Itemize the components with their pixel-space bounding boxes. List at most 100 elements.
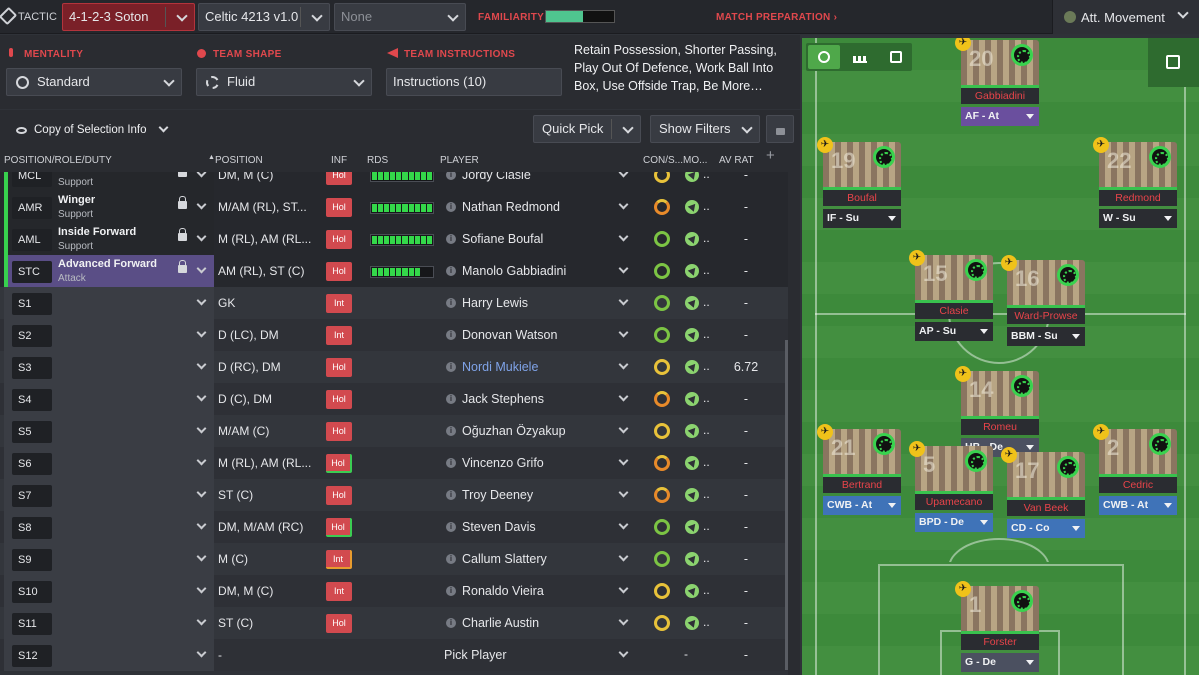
col-con[interactable]: CON/S... [643, 155, 683, 166]
slot-label[interactable]: S8 [12, 517, 52, 539]
slot-label[interactable]: S4 [12, 389, 52, 411]
table-row[interactable]: AML Inside Forward Support M (RL), AM (RL..… [0, 223, 788, 255]
chevron-down-icon[interactable] [618, 263, 629, 274]
slot-label[interactable]: S1 [12, 293, 52, 315]
movement-select[interactable]: Att. Movement [1052, 0, 1199, 34]
slot-label[interactable]: S5 [12, 421, 52, 443]
table-row[interactable]: S5 M/AM (C) Hol i Oğuzhan Özyakup.. - [0, 415, 788, 447]
player-card[interactable]: 21 ✈ Bertrand CWB - At [817, 424, 901, 515]
player-name[interactable]: Sofiane Boufal [462, 232, 543, 246]
player-name[interactable]: Manolo Gabbiadini [462, 264, 566, 278]
player-name[interactable]: Jack Stephens [462, 392, 544, 406]
col-player[interactable]: PLAYER [440, 155, 479, 166]
player-name[interactable]: Jordy Clasie [462, 172, 531, 182]
quick-pick-button[interactable]: Quick Pick [533, 115, 641, 143]
player-name[interactable]: Oğuzhan Özyakup [462, 424, 566, 438]
chevron-down-icon[interactable] [618, 172, 629, 178]
lock-icon[interactable] [178, 196, 187, 209]
table-row[interactable]: S11 ST (C) Hol i Charlie Austin.. - [0, 607, 788, 639]
slot-label[interactable]: S3 [12, 357, 52, 379]
chevron-down-icon[interactable] [618, 647, 629, 658]
role-duty-select[interactable]: CD - Co [1007, 519, 1085, 538]
role-duty-select[interactable]: CWB - At [823, 496, 901, 515]
player-card[interactable]: 22 ✈ Redmond W - Su [1093, 137, 1177, 228]
player-card[interactable]: 2 ✈ Cedric CWB - At [1093, 424, 1177, 515]
player-card[interactable]: 1 ✈ Forster G - De [955, 581, 1039, 672]
role-duty-select[interactable]: AP - Su [915, 322, 993, 341]
table-row[interactable]: S4 D (C), DM Hol i Jack Stephens.. - [0, 383, 788, 415]
player-card[interactable]: 20 ✈ Gabbiadini AF - At [955, 38, 1039, 126]
info-icon[interactable]: i [446, 330, 456, 340]
table-row[interactable]: S3 D (RC), DM Hol i Nordi Mukiele.. 6.72 [0, 351, 788, 383]
slot-label[interactable]: S6 [12, 453, 52, 475]
slot-label[interactable]: S2 [12, 325, 52, 347]
info-icon[interactable]: i [446, 522, 456, 532]
player-card[interactable]: 15 ✈ Clasie AP - Su [909, 250, 993, 341]
role-duty-select[interactable]: IF - Su [823, 209, 901, 228]
role-duty-select[interactable]: CWB - At [1099, 496, 1177, 515]
role-duty-select[interactable]: W - Su [1099, 209, 1177, 228]
player-name[interactable]: Steven Davis [462, 520, 536, 534]
info-icon[interactable]: i [446, 298, 456, 308]
player-card[interactable]: 17 ✈ Van Beek CD - Co [1001, 447, 1085, 538]
info-icon[interactable]: i [446, 618, 456, 628]
team-shape-select[interactable]: Fluid [196, 68, 372, 96]
lock-icon[interactable] [178, 228, 187, 241]
chevron-down-icon[interactable] [618, 615, 629, 626]
chevron-down-icon[interactable] [618, 455, 629, 466]
info-icon[interactable]: i [446, 554, 456, 564]
table-row[interactable]: S12 - Pick Player - - [0, 639, 788, 671]
chevron-down-icon[interactable] [618, 391, 629, 402]
slot-label[interactable]: S11 [12, 613, 52, 635]
chevron-down-icon[interactable] [618, 519, 629, 530]
role-duty-select[interactable]: AF - At [961, 107, 1039, 126]
chevron-down-icon[interactable] [618, 487, 629, 498]
col-mo[interactable]: MO... [683, 155, 707, 166]
mentality-select[interactable]: Standard [6, 68, 182, 96]
table-row[interactable]: S2 D (LC), DM Int i Donovan Watson.. - [0, 319, 788, 351]
info-icon[interactable]: i [446, 394, 456, 404]
col-position-role-duty[interactable]: POSITION/ROLE/DUTY [4, 155, 112, 166]
player-name[interactable]: Nathan Redmond [462, 200, 560, 214]
info-icon[interactable]: i [446, 202, 456, 212]
show-filters-button[interactable]: Show Filters [650, 115, 760, 143]
table-row[interactable]: S1 GK Int i Harry Lewis.. - [0, 287, 788, 319]
player-name[interactable]: Ronaldo Vieira [462, 584, 544, 598]
info-icon[interactable]: i [446, 234, 456, 244]
table-row[interactable]: S8 DM, M/AM (RC) Hol i Steven Davis.. - [0, 511, 788, 543]
slot-label[interactable]: STC [12, 261, 52, 283]
role-duty-select[interactable]: BBM - Su [1007, 327, 1085, 346]
chevron-down-icon[interactable] [618, 423, 629, 434]
info-icon[interactable]: i [446, 266, 456, 276]
chevron-down-icon[interactable] [618, 295, 629, 306]
info-icon[interactable]: i [446, 490, 456, 500]
col-position[interactable]: POSITION [215, 155, 263, 166]
slot-label[interactable]: AMR [12, 197, 52, 219]
table-row[interactable]: S9 M (C) Int i Callum Slattery.. - [0, 543, 788, 575]
player-card[interactable]: 16 ✈ Ward-Prowse BBM - Su [1001, 255, 1085, 346]
table-row[interactable]: S6 M (RL), AM (RL... Hol i Vincenzo Grifo.. - [0, 447, 788, 479]
player-card[interactable]: 5 ✈ Upamecano BPD - De [909, 441, 993, 532]
role-duty-select[interactable]: BPD - De [915, 513, 993, 532]
chevron-down-icon[interactable] [618, 199, 629, 210]
info-icon[interactable]: i [446, 172, 456, 180]
player-name[interactable]: Pick Player [444, 648, 507, 662]
player-card[interactable]: 19 ✈ Boufal IF - Su [817, 137, 901, 228]
table-row[interactable]: STC Advanced Forward Attack AM (RL), ST (C)… [0, 255, 788, 287]
familiarity-bar[interactable] [545, 10, 615, 23]
chevron-down-icon[interactable] [618, 231, 629, 242]
col-inf[interactable]: INF [331, 155, 347, 166]
slot-label[interactable]: AML [12, 229, 52, 251]
slot-label[interactable]: MCL [12, 172, 52, 187]
tactic2-select[interactable]: Celtic 4213 v1.0 [198, 3, 330, 31]
player-name[interactable]: Callum Slattery [462, 552, 547, 566]
table-row[interactable]: S10 DM, M (C) Int i Ronaldo Vieira.. - [0, 575, 788, 607]
chevron-down-icon[interactable] [618, 359, 629, 370]
player-name[interactable]: Nordi Mukiele [462, 360, 538, 374]
col-av-rat[interactable]: AV RAT [719, 155, 754, 166]
lock-icon[interactable] [178, 172, 187, 177]
pitch-view-grid-button[interactable] [880, 45, 912, 69]
player-name[interactable]: Vincenzo Grifo [462, 456, 544, 470]
player-name[interactable]: Donovan Watson [462, 328, 557, 342]
slot-label[interactable]: S9 [12, 549, 52, 571]
